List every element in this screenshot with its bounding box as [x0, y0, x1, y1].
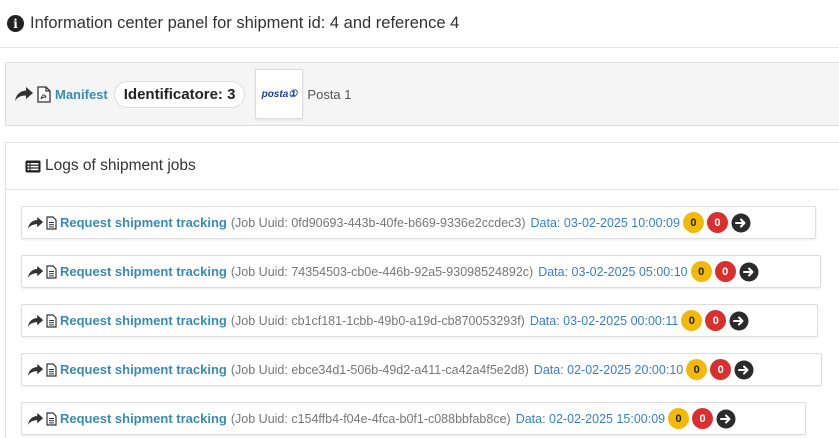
arrow-circle-right-icon[interactable]: [716, 409, 736, 429]
error-count-badge: 0: [714, 261, 736, 282]
logs-title: Logs of shipment jobs: [45, 157, 196, 174]
warning-count-badge: 0: [682, 212, 704, 233]
carrier-name: Posta 1: [307, 86, 352, 102]
job-uuid: (Job Uuid: ebce34d1-506b-49d2-a411-ca42a…: [230, 362, 529, 377]
job-row: Request shipment tracking (Job Uuid: 7435…: [21, 255, 821, 288]
job-link[interactable]: Request shipment tracking: [60, 362, 227, 377]
warning-count-badge: 0: [690, 261, 712, 282]
job-date: Data: 03-02-2025 00:00:11: [529, 313, 679, 328]
job-uuid: (Job Uuid: 74354503-cb0e-446b-92a5-93098…: [230, 264, 534, 279]
job-uuid: (Job Uuid: 0fd90693-443b-40fe-b669-9336e…: [230, 215, 526, 230]
job-link[interactable]: Request shipment tracking: [60, 411, 227, 426]
manifest-bar: Manifest Identificatore: 3 posta① Posta …: [5, 62, 839, 126]
warning-count-badge: 0: [686, 359, 708, 380]
carrier-logo: posta①: [255, 69, 304, 119]
job-date: Data: 02-02-2025 15:00:09: [515, 411, 666, 426]
warning-count-badge: 0: [668, 408, 690, 429]
job-link[interactable]: Request shipment tracking: [60, 215, 227, 230]
document-icon: [46, 313, 57, 328]
pdf-file-icon: [37, 85, 51, 103]
document-icon: [46, 362, 57, 377]
share-arrow-icon: [27, 314, 44, 327]
document-icon: [46, 411, 57, 426]
info-circle-icon: i: [7, 15, 24, 32]
document-icon: [46, 264, 57, 279]
job-row: Request shipment tracking (Job Uuid: ebce…: [21, 353, 822, 386]
job-date: Data: 03-02-2025 10:00:09: [530, 215, 680, 230]
job-link[interactable]: Request shipment tracking: [60, 264, 227, 279]
identifier-badge: Identificatore: 3: [113, 80, 246, 108]
share-arrow-icon: [27, 216, 44, 229]
arrow-circle-right-icon[interactable]: [729, 311, 749, 331]
arrow-circle-right-icon[interactable]: [731, 213, 751, 233]
list-icon: [25, 160, 41, 172]
job-date: Data: 03-02-2025 05:00:10: [538, 264, 688, 279]
logs-panel: Logs of shipment jobs: [5, 142, 839, 438]
document-icon: [46, 215, 57, 230]
share-arrow-icon: [15, 87, 33, 101]
panel-title: Information center panel for shipment id…: [30, 14, 460, 32]
logs-header: Logs of shipment jobs: [6, 143, 839, 190]
arrow-circle-right-icon[interactable]: [739, 262, 759, 282]
share-arrow-icon: [27, 412, 44, 425]
job-date: Data: 02-02-2025 20:00:10: [533, 362, 684, 377]
job-row: Request shipment tracking (Job Uuid: cb1c…: [21, 304, 818, 337]
job-row: Request shipment tracking (Job Uuid: 0fd9…: [21, 206, 816, 239]
carrier-logo-text: posta①: [261, 88, 298, 100]
error-count-badge: 0: [710, 359, 732, 380]
job-uuid: (Job Uuid: cb1cf181-1cbb-49b0-a19d-cb870…: [230, 313, 525, 328]
job-uuid: (Job Uuid: c154ffb4-f04e-4fca-b0f1-c088b…: [230, 411, 511, 426]
panel-header: i Information center panel for shipment …: [0, 0, 839, 48]
share-arrow-icon: [27, 265, 44, 278]
job-link[interactable]: Request shipment tracking: [60, 313, 227, 328]
job-row: Request shipment tracking (Job Uuid: c154…: [21, 402, 806, 435]
error-count-badge: 0: [706, 212, 728, 233]
arrow-circle-right-icon[interactable]: [734, 360, 754, 380]
error-count-badge: 0: [692, 408, 714, 429]
error-count-badge: 0: [705, 310, 727, 331]
share-arrow-icon: [27, 363, 44, 376]
warning-count-badge: 0: [681, 310, 703, 331]
manifest-link[interactable]: Manifest: [55, 87, 108, 102]
